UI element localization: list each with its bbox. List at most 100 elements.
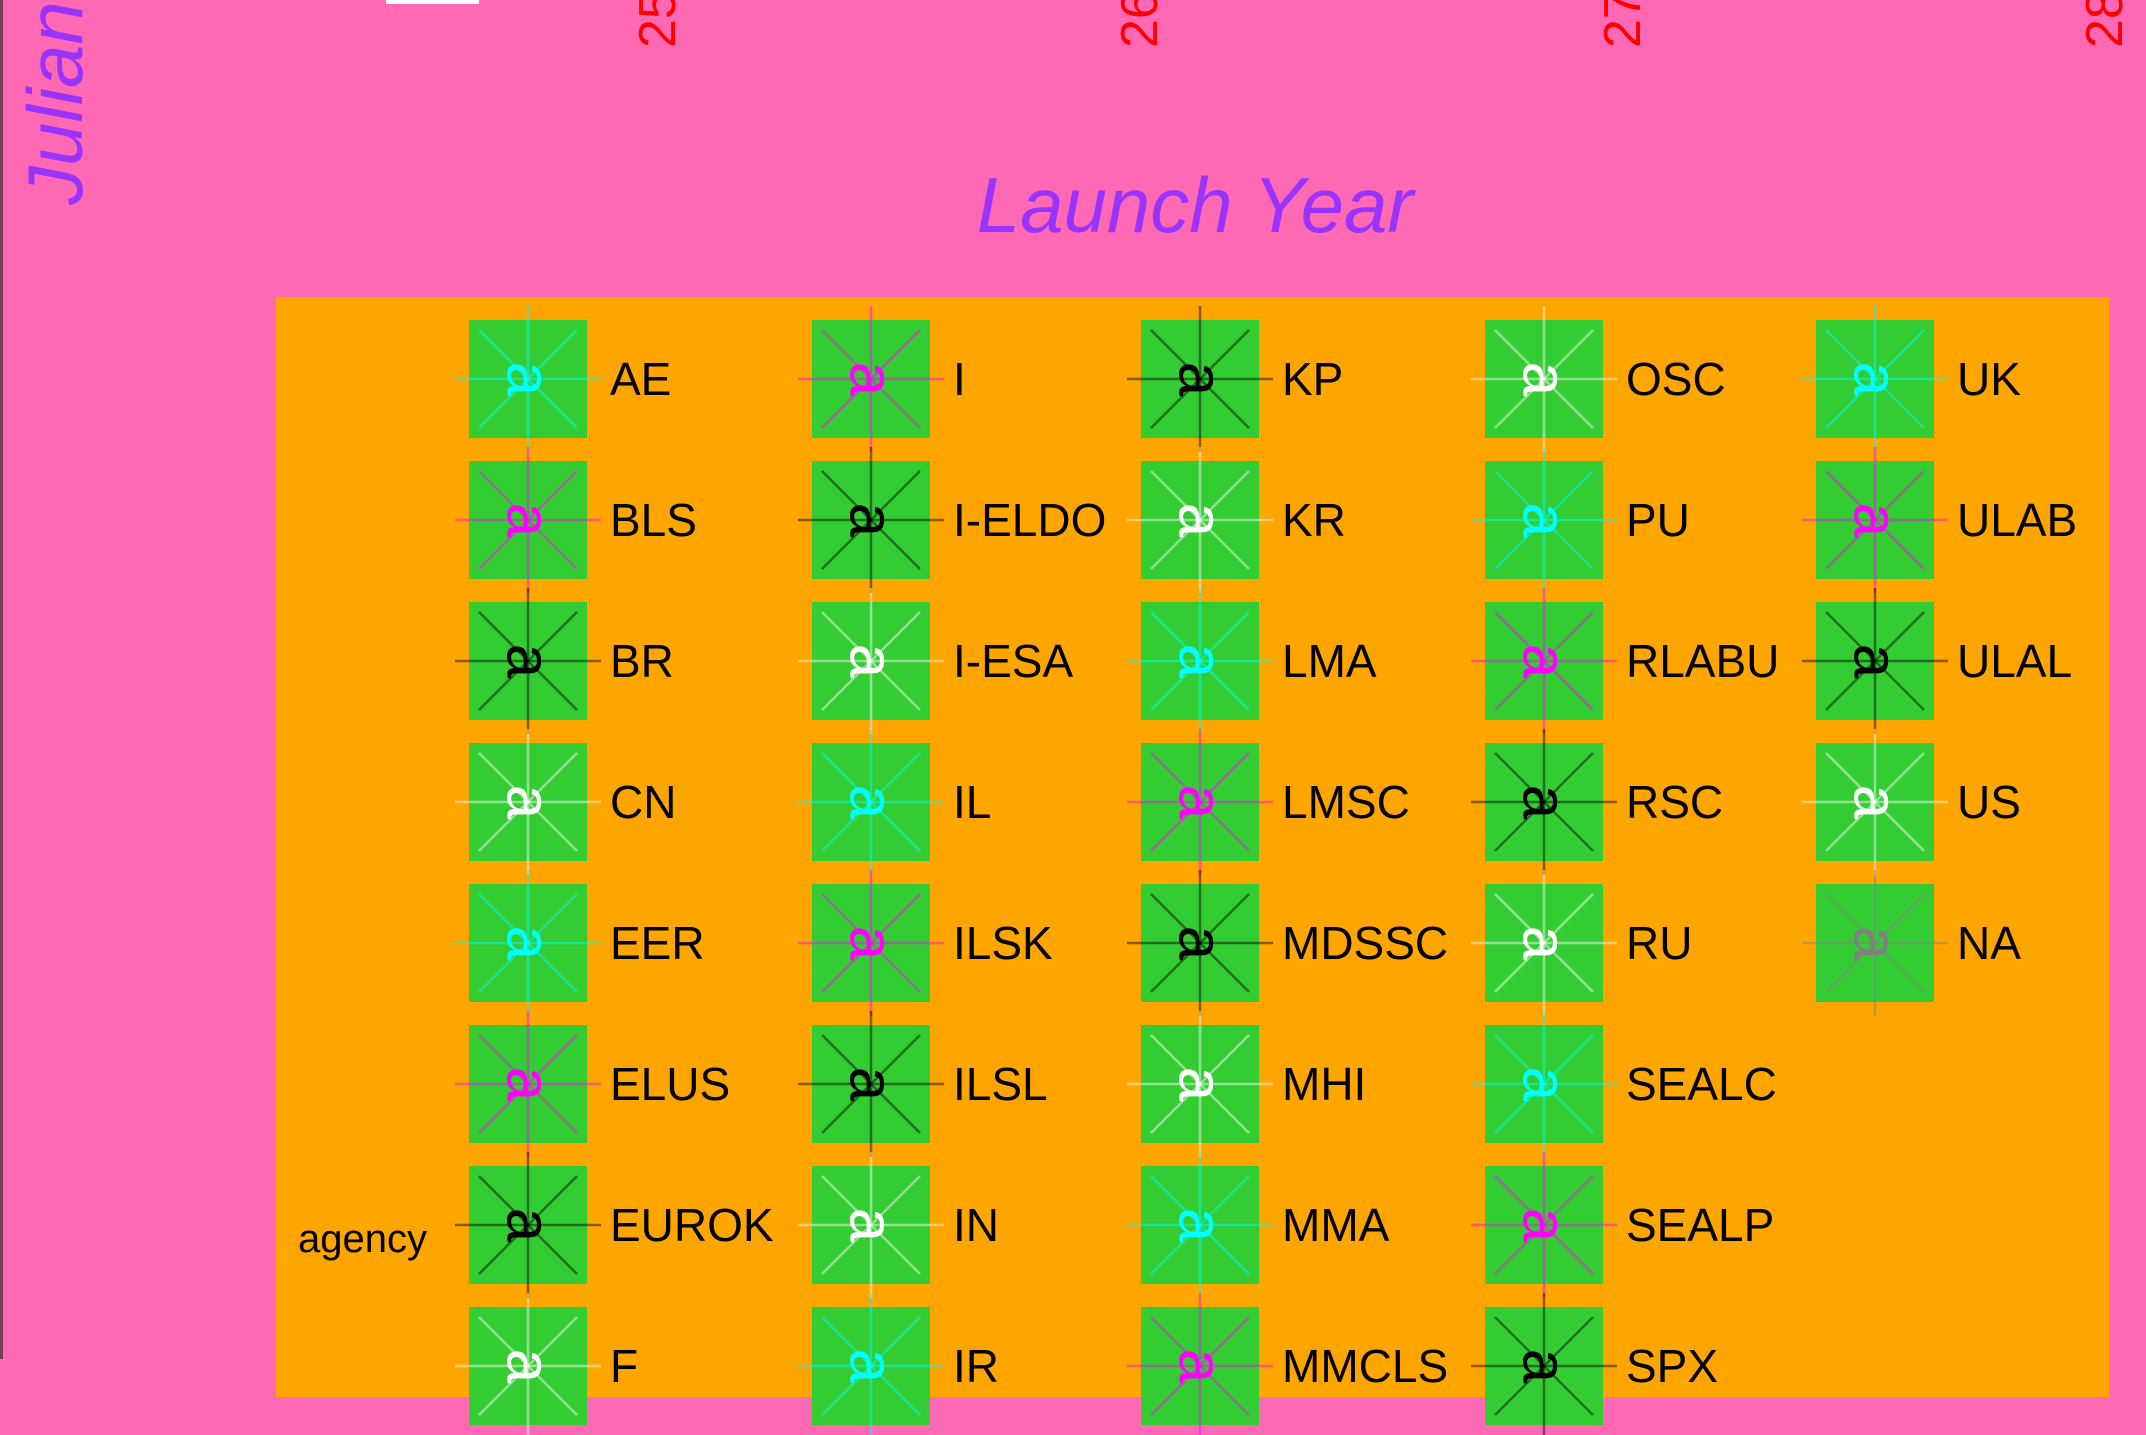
legend-key-glyph: a — [1127, 1152, 1273, 1298]
x-tick-label: 25 — [629, 0, 687, 48]
legend-key: a — [455, 1293, 601, 1435]
legend-key-letter: a — [1510, 926, 1579, 961]
panel-fragment — [386, 0, 479, 4]
legend-key-glyph: a — [1471, 1152, 1617, 1298]
legend-label: BLS — [610, 494, 697, 546]
legend-key-letter: a — [494, 1349, 563, 1384]
legend-key: a — [798, 588, 944, 734]
legend-key: a — [798, 870, 944, 1016]
legend-label: ULAB — [1957, 494, 2078, 546]
legend-key: a — [1471, 1293, 1617, 1435]
x-tick-label: 28 — [2076, 0, 2134, 48]
legend-key-letter: a — [837, 644, 906, 679]
legend-label: US — [1957, 776, 2021, 828]
legend-key-letter: a — [1510, 1208, 1579, 1243]
legend-label: OSC — [1626, 353, 1726, 405]
legend-key-glyph: a — [1471, 1293, 1617, 1435]
legend-key-glyph: a — [1127, 729, 1273, 875]
legend-key: a — [455, 447, 601, 593]
legend-key-glyph: a — [1802, 870, 1948, 1016]
legend-key-letter: a — [1510, 362, 1579, 397]
legend-key: a — [798, 1152, 944, 1298]
legend-key-glyph: a — [798, 1293, 944, 1435]
legend-key: a — [455, 729, 601, 875]
legend-key-letter: a — [837, 1349, 906, 1384]
legend-key-glyph: a — [455, 870, 601, 1016]
legend-key: a — [1471, 1152, 1617, 1298]
legend-key-glyph: a — [1127, 1293, 1273, 1435]
legend-label: MMCLS — [1282, 1340, 1449, 1392]
legend-key: a — [455, 1152, 601, 1298]
legend-label: UK — [1957, 353, 2021, 405]
legend-key-letter: a — [837, 1208, 906, 1243]
legend-key-letter: a — [1166, 1067, 1235, 1102]
legend-key: a — [1127, 447, 1273, 593]
legend-key: a — [798, 1011, 944, 1157]
legend-label: ILSK — [953, 917, 1053, 969]
legend-label: I-ESA — [953, 635, 1074, 687]
legend-key-glyph: a — [798, 1011, 944, 1157]
legend-key: a — [1471, 1011, 1617, 1157]
legend-key-glyph: a — [1127, 447, 1273, 593]
legend-label: PU — [1626, 494, 1690, 546]
legend-label: CN — [610, 776, 677, 828]
legend-key: a — [1802, 588, 1948, 734]
legend-key-letter: a — [1510, 503, 1579, 538]
legend-label: IN — [953, 1199, 999, 1251]
legend-label: ULAL — [1957, 635, 2073, 687]
legend-key-letter: a — [494, 1208, 563, 1243]
legend-key: a — [1802, 306, 1948, 452]
legend-key-letter: a — [494, 785, 563, 820]
legend-key-letter: a — [1166, 1349, 1235, 1384]
legend-key-glyph: a — [798, 870, 944, 1016]
legend-label: LMSC — [1282, 776, 1410, 828]
legend-key-letter: a — [1166, 785, 1235, 820]
legend-key-letter: a — [1166, 362, 1235, 397]
legend-key-glyph: a — [455, 1152, 601, 1298]
x-tick-label: 27 — [1594, 0, 1652, 48]
legend-key-letter: a — [1841, 362, 1910, 397]
legend-key-letter: a — [494, 926, 563, 961]
legend-key-letter: a — [1841, 785, 1910, 820]
legend-key-glyph: a — [1471, 588, 1617, 734]
legend-key-letter: a — [494, 644, 563, 679]
legend-label: RLABU — [1626, 635, 1780, 687]
legend-key-glyph: a — [1802, 729, 1948, 875]
legend-key-letter: a — [837, 1067, 906, 1102]
legend-key: a — [1127, 306, 1273, 452]
legend-label: EER — [610, 917, 705, 969]
legend-key-glyph: a — [455, 447, 601, 593]
legend-label: RSC — [1626, 776, 1724, 828]
legend-key-letter: a — [837, 926, 906, 961]
legend-label: KP — [1282, 353, 1344, 405]
legend-key-letter: a — [494, 1067, 563, 1102]
legend: agency a AE a BLS a BR a CN a EER a ELUS… — [276, 297, 2109, 1435]
legend-key: a — [455, 306, 601, 452]
legend-key: a — [1127, 1293, 1273, 1435]
legend-key-letter: a — [1166, 926, 1235, 961]
legend-key-glyph: a — [1802, 306, 1948, 452]
legend-label: ELUS — [610, 1058, 731, 1110]
legend-label: MMA — [1282, 1199, 1390, 1251]
legend-label: I — [953, 353, 966, 405]
legend-key-letter: a — [1166, 503, 1235, 538]
legend-label: KR — [1282, 494, 1346, 546]
legend-key-letter: a — [1510, 1349, 1579, 1384]
legend-key-letter: a — [1510, 644, 1579, 679]
legend-key-glyph: a — [1127, 306, 1273, 452]
x-axis-title: Launch Year — [976, 161, 1414, 249]
legend-label: NA — [1957, 917, 2021, 969]
legend-key: a — [798, 447, 944, 593]
x-tick-label: 26 — [1111, 0, 1169, 48]
legend-key-letter: a — [837, 785, 906, 820]
legend-key-glyph: a — [798, 729, 944, 875]
legend-key: a — [1471, 447, 1617, 593]
legend-key-glyph: a — [455, 1011, 601, 1157]
legend-key-glyph: a — [1471, 306, 1617, 452]
legend-key: a — [1471, 729, 1617, 875]
legend-key: a — [1127, 588, 1273, 734]
legend-key-letter: a — [494, 362, 563, 397]
legend-label: IL — [953, 776, 992, 828]
legend-key: a — [798, 729, 944, 875]
legend-key: a — [1127, 1152, 1273, 1298]
